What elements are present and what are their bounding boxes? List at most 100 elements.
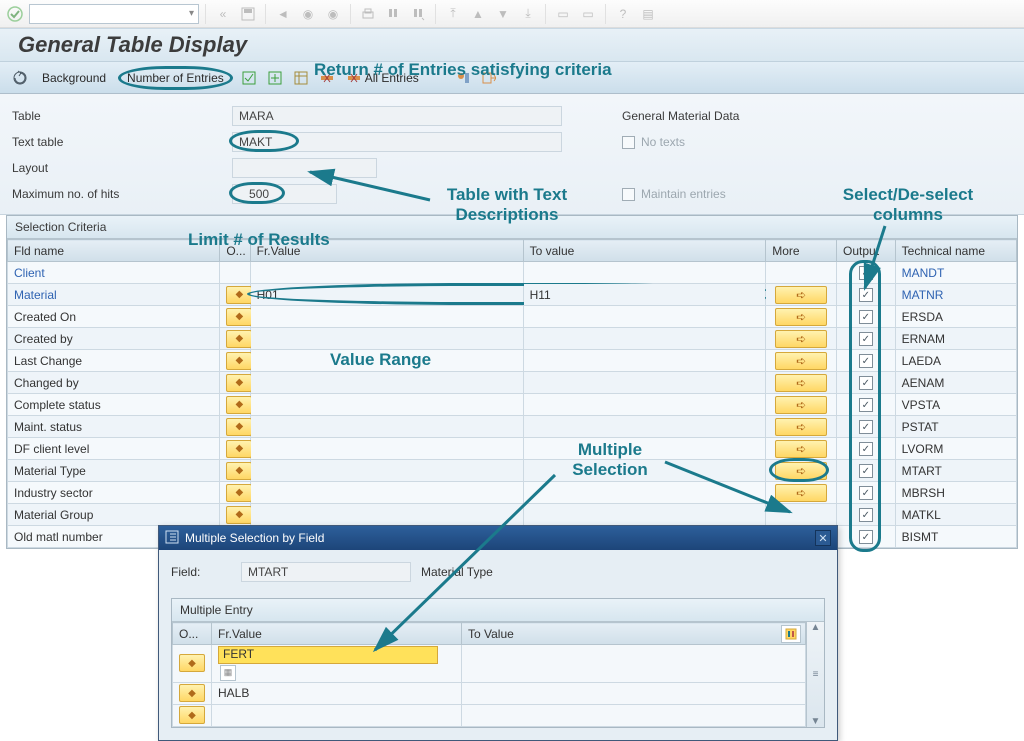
settings-icon[interactable]: ▤ <box>637 3 659 25</box>
me-hdr-to[interactable]: To Value <box>462 623 806 645</box>
operator-cell[interactable]: ◆ <box>220 350 250 372</box>
more-button[interactable]: ➪ <box>775 440 827 458</box>
to-value-cell[interactable] <box>523 394 766 416</box>
maintain-check[interactable]: Maintain entries <box>622 187 726 201</box>
field-name-cell[interactable]: DF client level <box>8 438 220 460</box>
operator-cell[interactable]: ◆ <box>220 394 250 416</box>
more-cell[interactable]: ➪ <box>766 350 837 372</box>
from-value-cell[interactable] <box>250 482 523 504</box>
more-cell[interactable]: ➪ <box>766 482 837 504</box>
select-option-icon[interactable]: ◆ <box>226 286 252 304</box>
layout-icon[interactable]: ▭ <box>577 3 599 25</box>
back-icon[interactable]: ◄ <box>272 3 294 25</box>
hdr-op[interactable]: O... <box>220 240 250 262</box>
me-op-cell[interactable]: ◆ <box>173 704 212 726</box>
operator-cell[interactable]: ◆ <box>220 438 250 460</box>
select-option-icon[interactable]: ◆ <box>226 396 252 414</box>
output-checkbox[interactable] <box>859 354 873 368</box>
to-value-cell[interactable] <box>523 438 766 460</box>
field-name-cell[interactable]: Material <box>8 284 220 306</box>
output-checkbox[interactable] <box>859 266 873 280</box>
field-name-cell[interactable]: Material Group <box>8 504 220 526</box>
more-button[interactable]: ➪ <box>775 418 827 436</box>
output-cell[interactable] <box>837 526 896 548</box>
output-cell[interactable] <box>837 482 896 504</box>
select-option-icon[interactable]: ◆ <box>226 462 252 480</box>
output-checkbox[interactable] <box>859 420 873 434</box>
output-checkbox[interactable] <box>859 376 873 390</box>
to-value-cell[interactable] <box>523 372 766 394</box>
more-cell[interactable] <box>766 262 837 284</box>
me-to-cell[interactable] <box>462 645 806 683</box>
field-name-cell[interactable]: Material Type <box>8 460 220 482</box>
field-name-cell[interactable]: Last Change <box>8 350 220 372</box>
page-first-icon[interactable]: ⤒ <box>442 3 464 25</box>
select-option-icon[interactable]: ◆ <box>226 308 252 326</box>
output-cell[interactable] <box>837 394 896 416</box>
to-value-cell[interactable] <box>523 504 766 526</box>
operator-cell[interactable]: ◆ <box>220 306 250 328</box>
to-value-cell[interactable] <box>523 460 766 482</box>
select-option-icon[interactable]: ◆ <box>179 654 205 672</box>
me-hdr-op[interactable]: O... <box>173 623 212 645</box>
field-name-cell[interactable]: Created On <box>8 306 220 328</box>
from-value-cell[interactable] <box>250 372 523 394</box>
from-value-cell[interactable] <box>250 350 523 372</box>
select-option-icon[interactable]: ◆ <box>226 440 252 458</box>
select-option-icon[interactable]: ◆ <box>226 352 252 370</box>
from-value-cell[interactable] <box>250 460 523 482</box>
to-value-cell[interactable] <box>523 482 766 504</box>
select-option-icon[interactable]: ◆ <box>226 374 252 392</box>
command-field[interactable]: ▾ <box>29 4 199 24</box>
to-value-cell[interactable] <box>523 416 766 438</box>
print-icon[interactable] <box>357 3 379 25</box>
from-value-cell[interactable] <box>250 306 523 328</box>
more-button[interactable]: ➪ <box>775 352 827 370</box>
save-icon[interactable] <box>237 3 259 25</box>
output-checkbox[interactable] <box>859 398 873 412</box>
select-option-icon[interactable]: ◆ <box>226 506 252 524</box>
more-cell[interactable]: ➪ <box>766 306 837 328</box>
to-value-cell[interactable]: H11 <box>523 284 766 306</box>
from-value-cell[interactable] <box>250 438 523 460</box>
modal-field-value[interactable]: MTART <box>241 562 411 582</box>
operator-cell[interactable]: ◆ <box>220 504 250 526</box>
hdr-fr[interactable]: Fr.Value <box>250 240 523 262</box>
maxhits-field[interactable]: 500 <box>232 184 337 204</box>
field-name-cell[interactable]: Client <box>8 262 220 284</box>
exec-sheet-icon[interactable] <box>291 68 311 88</box>
output-checkbox[interactable] <box>859 530 873 544</box>
more-cell[interactable]: ➪ <box>766 460 837 482</box>
operator-cell[interactable] <box>220 262 250 284</box>
me-fr-cell[interactable] <box>212 704 462 726</box>
scroll-down-icon[interactable]: ▼ <box>811 716 821 727</box>
hdr-to[interactable]: To value <box>523 240 766 262</box>
me-fr-cell[interactable]: HALB <box>212 682 462 704</box>
more-button[interactable]: ➪ <box>775 374 827 392</box>
more-cell[interactable]: ➪ <box>766 372 837 394</box>
hdr-tech[interactable]: Technical name <box>895 240 1016 262</box>
select-option-icon[interactable]: ◆ <box>226 330 252 348</box>
select-option-icon[interactable]: ◆ <box>179 706 205 724</box>
output-cell[interactable] <box>837 328 896 350</box>
output-cell[interactable] <box>837 416 896 438</box>
user-settings-icon[interactable] <box>453 68 473 88</box>
new-session-icon[interactable]: ▭ <box>552 3 574 25</box>
more-button[interactable]: ➪ <box>775 330 827 348</box>
more-cell[interactable]: ➪ <box>766 416 837 438</box>
scroll-up-icon[interactable]: ▲ <box>811 622 821 633</box>
operator-cell[interactable]: ◆ <box>220 328 250 350</box>
operator-cell[interactable]: ◆ <box>220 460 250 482</box>
delete-row-icon[interactable] <box>317 68 337 88</box>
field-name-cell[interactable]: Complete status <box>8 394 220 416</box>
field-name-cell[interactable]: Industry sector <box>8 482 220 504</box>
page-down-icon[interactable]: ▼ <box>492 3 514 25</box>
from-value-cell[interactable] <box>250 504 523 526</box>
modal-close-button[interactable]: ✕ <box>815 530 831 546</box>
from-value-cell[interactable] <box>250 262 523 284</box>
hdr-fld[interactable]: Fld name <box>8 240 220 262</box>
output-cell[interactable] <box>837 262 896 284</box>
from-value-cell[interactable] <box>250 328 523 350</box>
value-help-icon[interactable]: ▦ <box>220 665 236 681</box>
back-pipe-icon[interactable]: « <box>212 3 234 25</box>
